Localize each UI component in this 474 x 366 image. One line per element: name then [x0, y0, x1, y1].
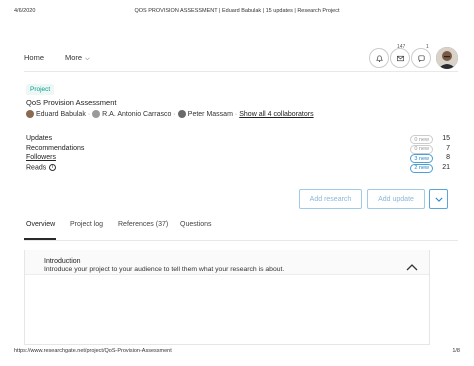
show-all-collaborators-link[interactable]: Show all 4 collaborators — [239, 111, 313, 118]
stat-row-recommendations: Recommendations 0 new 7 — [26, 144, 450, 155]
nav-more-label: More — [65, 53, 83, 62]
collaborators-row: Eduard Babulak · R.A. Antonio Carrasco ·… — [26, 109, 314, 119]
print-title: QOS PROVISION ASSESSMENT | Eduard Babula… — [134, 8, 340, 14]
new-count-badge: 2 new — [410, 163, 433, 173]
stat-value: 8 — [446, 154, 450, 162]
stat-row-updates: Updates 0 new 15 — [26, 135, 450, 145]
separator-dot: · — [173, 110, 176, 118]
chat-button[interactable] — [411, 48, 431, 68]
new-count-badge: 3 new — [410, 154, 433, 164]
add-update-button[interactable]: Add update — [367, 189, 425, 209]
new-count-badge: 0 new — [410, 144, 433, 154]
tabs-divider — [24, 240, 458, 241]
separator-dot: · — [234, 110, 238, 118]
chevron-down-icon: ⌵ — [85, 56, 90, 62]
nav-more-menu[interactable]: More ⌵ — [65, 53, 90, 63]
nav-home-link[interactable]: Home — [24, 53, 44, 62]
introduction-card — [24, 250, 430, 345]
collaborator-name[interactable]: R.A. Antonio Carrasco — [102, 111, 171, 118]
print-header: 4/6/2020 QOS PROVISION ASSESSMENT | Edua… — [14, 8, 460, 18]
avatar — [92, 110, 101, 118]
stat-value: 21 — [442, 163, 450, 171]
introduction-title: Introduction — [44, 258, 81, 265]
stat-value: 7 — [446, 144, 450, 152]
project-stats: Updates 0 new 15 Recommendations 0 new 7… — [26, 135, 450, 173]
project-title: QoS Provision Assessment — [26, 98, 117, 107]
chevron-down-icon — [434, 197, 443, 202]
tab-project-log[interactable]: Project log — [70, 221, 103, 228]
info-icon[interactable]: i — [49, 163, 57, 171]
stat-label: Recommendations — [26, 144, 85, 152]
stat-row-followers: Followers 3 new 8 — [26, 154, 450, 164]
tab-overview[interactable]: Overview — [26, 221, 55, 228]
project-tag: Project — [26, 84, 55, 95]
followers-link[interactable]: Followers — [26, 154, 56, 161]
new-count-badge: 0 new — [410, 135, 433, 144]
stat-label: Reads — [26, 164, 47, 172]
top-nav: Home More ⌵ 147 1 — [24, 44, 458, 74]
chat-bubble-icon — [417, 54, 425, 62]
avatar — [177, 110, 186, 118]
introduction-prompt[interactable]: Introduce your project to your audience … — [44, 266, 284, 273]
notifications-button[interactable] — [369, 48, 389, 68]
avatar — [26, 110, 34, 118]
collaborator-name[interactable]: Peter Massam — [188, 111, 233, 118]
stat-label-reads: Reads i — [26, 163, 57, 172]
collaborator-name[interactable]: Eduard Babulak — [36, 111, 86, 118]
tab-questions[interactable]: Questions — [180, 221, 212, 228]
bell-icon — [375, 54, 383, 62]
stat-value: 15 — [442, 135, 450, 142]
user-avatar[interactable] — [436, 47, 458, 69]
print-page-number: 1/8 — [452, 348, 460, 354]
print-url: https://www.researchgate.net/project/QoS… — [14, 348, 172, 354]
stat-row-reads: Reads i 2 new 21 — [26, 163, 450, 174]
chevron-up-icon[interactable] — [406, 263, 418, 271]
profile-photo-icon — [436, 47, 458, 69]
add-research-button[interactable]: Add research — [299, 189, 362, 209]
print-footer: https://www.researchgate.net/project/QoS… — [14, 348, 460, 356]
nav-divider — [24, 71, 458, 72]
separator-dot: · — [87, 110, 91, 118]
more-actions-button[interactable] — [429, 189, 448, 209]
mail-icon — [396, 55, 404, 61]
tab-references[interactable]: References (37) — [118, 221, 168, 228]
stat-label: Updates — [26, 135, 53, 142]
messages-button[interactable] — [390, 48, 410, 68]
